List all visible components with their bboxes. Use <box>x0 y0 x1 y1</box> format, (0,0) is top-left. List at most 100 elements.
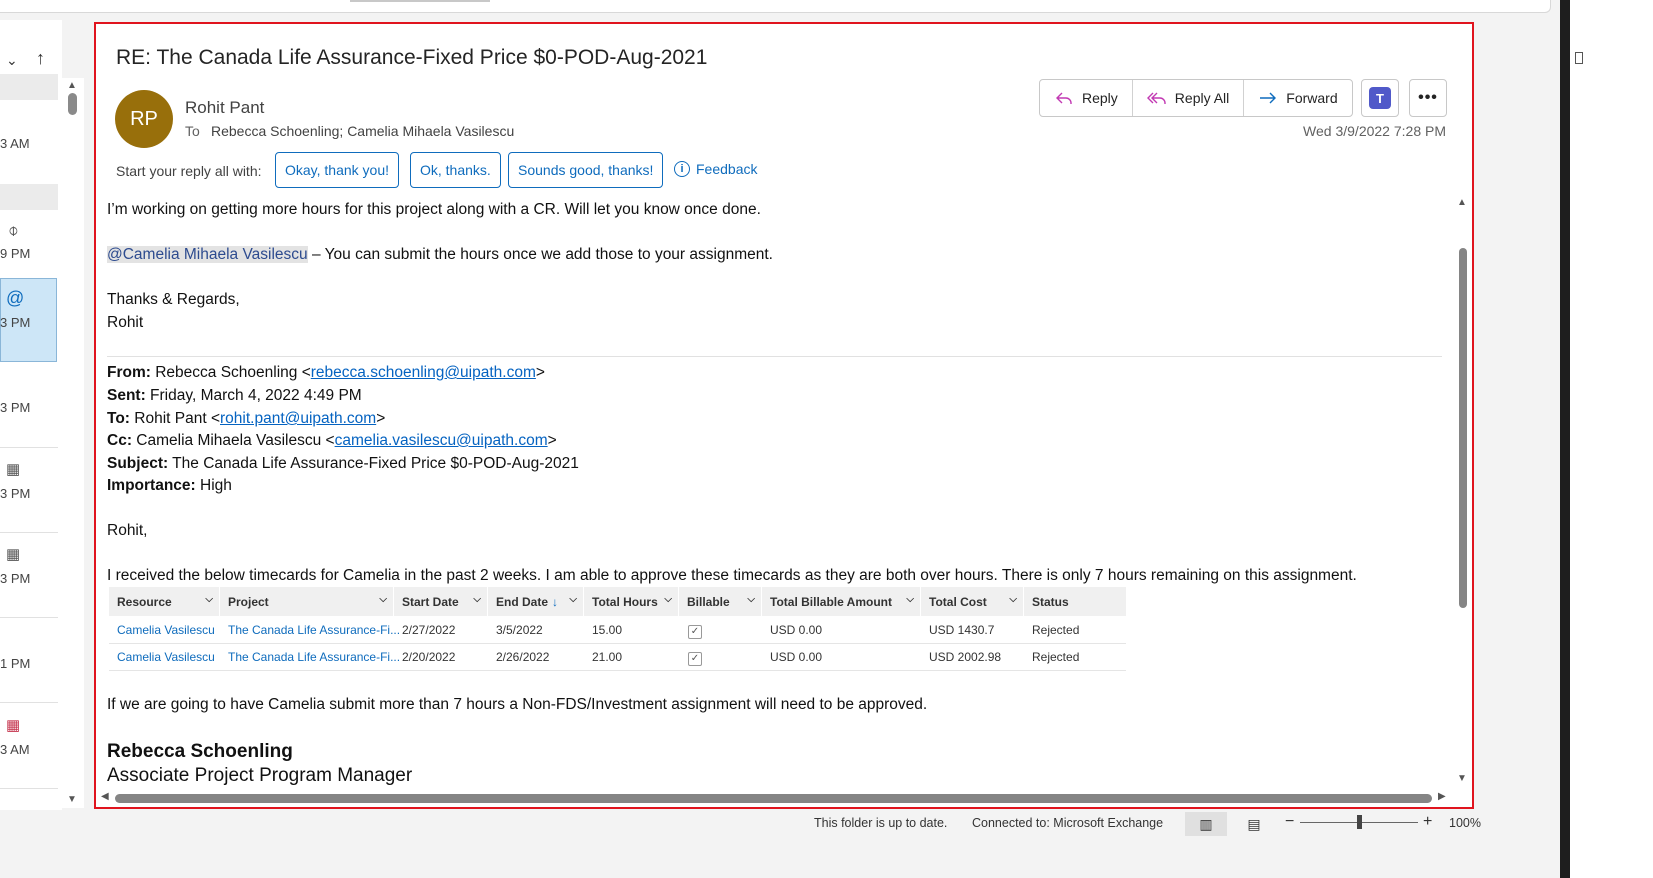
zoom-level[interactable]: 100% <box>1449 816 1481 830</box>
search-box-edge[interactable] <box>350 0 490 2</box>
header-label: Cc: <box>107 432 132 449</box>
message-list-scrollbar[interactable] <box>62 78 84 808</box>
table-cell-project[interactable]: The Canada Life Assurance-Fi... <box>220 650 400 664</box>
mention-chip[interactable]: @Camelia Mihaela Vasilescu <box>107 246 308 263</box>
email-link[interactable]: camelia.vasilescu@uipath.com <box>335 432 548 449</box>
signature-title: Associate Project Program Manager <box>107 765 413 786</box>
header-value: > <box>535 364 545 381</box>
zoom-out-button[interactable]: − <box>1285 813 1294 831</box>
folder-status: This folder is up to date. <box>814 816 948 830</box>
more-actions-button[interactable]: ••• <box>1409 79 1447 117</box>
scroll-right-icon[interactable]: ▶ <box>1438 791 1446 802</box>
window-edge <box>1560 0 1570 878</box>
header-label: To: <box>107 410 130 427</box>
quoted-sent: Sent: Friday, March 4, 2022 4:49 PM <box>107 387 362 405</box>
message-list-scroll-thumb[interactable] <box>68 93 77 115</box>
list-divider <box>0 788 58 789</box>
reading-pane-vscroll-thumb[interactable] <box>1459 248 1467 608</box>
column-header[interactable]: Total Billable Amount ⌵ <box>762 587 921 616</box>
table-cell-end: 3/5/2022 <box>496 623 543 637</box>
quoted-to: To: Rohit Pant <rohit.pant@uipath.com> <box>107 410 385 428</box>
quick-reply-option[interactable]: Ok, thanks. <box>410 152 501 188</box>
table-cell-status: Rejected <box>1032 650 1080 664</box>
forward-label: Forward <box>1286 90 1338 106</box>
chevron-down-icon[interactable]: ⌵ <box>906 594 914 605</box>
info-icon: i <box>674 161 690 177</box>
sort-direction-icon[interactable]: ↑ <box>36 48 45 69</box>
to-label: To <box>185 123 200 139</box>
quick-reply-option[interactable]: Sounds good, thanks! <box>508 152 664 188</box>
list-item-time: 1 PM <box>0 656 31 671</box>
reply-all-button[interactable]: Reply All <box>1133 80 1245 116</box>
sort-chevron-icon[interactable]: ⌄ <box>6 52 18 69</box>
quick-reply-label: Start your reply all with: <box>116 163 262 179</box>
reading-pane-hscroll-thumb[interactable] <box>115 794 1432 803</box>
column-header[interactable]: End Date ↓ ⌵ <box>488 587 584 616</box>
scroll-up-icon[interactable]: ▲ <box>1457 197 1467 208</box>
email-link[interactable]: rebecca.schoenling@uipath.com <box>311 364 536 381</box>
column-header[interactable]: Resource ⌵ <box>109 587 220 616</box>
chevron-down-icon[interactable]: ⌵ <box>569 594 577 605</box>
table-cell-project[interactable]: The Canada Life Assurance-Fi... <box>220 623 400 637</box>
scroll-down-icon[interactable]: ▼ <box>1457 773 1467 784</box>
search-area <box>0 0 1551 13</box>
normal-view-button[interactable]: ▥ <box>1185 812 1227 836</box>
table-cell-hours: 21.00 <box>592 650 623 664</box>
list-item-time: 3 PM <box>0 315 31 330</box>
reply-all-label: Reply All <box>1174 90 1230 106</box>
quick-reply-option[interactable]: Okay, thank you! <box>275 152 400 188</box>
table-cell-resource[interactable]: Camelia Vasilescu <box>109 650 215 664</box>
scroll-down-icon[interactable]: ▼ <box>67 794 77 805</box>
table-cell-billable: ✓ <box>680 650 702 666</box>
chevron-down-icon[interactable]: ⌵ <box>664 594 672 605</box>
table-cell-start: 2/20/2022 <box>402 650 456 664</box>
column-header[interactable]: Total Hours ⌵ <box>584 587 679 616</box>
reading-view-icon: ▤ <box>1247 815 1261 832</box>
action-toolbar: Reply Reply All Forward <box>1039 79 1353 117</box>
email-link[interactable]: rohit.pant@uipath.com <box>220 410 376 427</box>
scroll-up-icon[interactable]: ▲ <box>67 80 77 91</box>
column-header[interactable]: Status <box>1024 587 1126 616</box>
avatar[interactable]: RP <box>115 90 173 148</box>
background-window <box>1570 0 1653 878</box>
quoted-subject: Subject: The Canada Life Assurance-Fixed… <box>107 455 579 473</box>
header-value: Camelia Mihaela Vasilescu < <box>131 432 335 449</box>
chevron-down-icon[interactable]: ⌵ <box>379 594 387 605</box>
attachment-icon: ⌽ <box>8 220 19 240</box>
teams-button[interactable]: T <box>1361 79 1399 117</box>
forward-icon <box>1260 92 1277 104</box>
feedback-link[interactable]: i Feedback <box>674 161 757 177</box>
more-icon: ••• <box>1418 89 1438 106</box>
zoom-slider-thumb[interactable] <box>1357 815 1362 829</box>
reply-button[interactable]: Reply <box>1040 80 1133 116</box>
table-cell-billable: ✓ <box>680 623 702 639</box>
meeting-cancel-icon: ▦ <box>6 717 21 734</box>
chevron-down-icon[interactable]: ⌵ <box>473 594 481 605</box>
scroll-left-icon[interactable]: ◀ <box>101 791 109 802</box>
column-header[interactable]: Start Date ⌵ <box>394 587 488 616</box>
zoom-in-button[interactable]: + <box>1423 813 1432 831</box>
header-value: Rohit Pant < <box>129 410 220 427</box>
list-group-header <box>0 184 58 210</box>
sender-name[interactable]: Rohit Pant <box>185 98 264 118</box>
list-item-time: 3 PM <box>0 486 31 501</box>
table-cell-status: Rejected <box>1032 623 1080 637</box>
header-value: > <box>376 410 386 427</box>
column-header[interactable]: Project ⌵ <box>220 587 394 616</box>
table-cell-amount: USD 0.00 <box>770 623 823 637</box>
column-header[interactable]: Billable ⌵ <box>679 587 762 616</box>
column-header[interactable]: Total Cost ⌵ <box>921 587 1024 616</box>
quoted-importance: Importance: High <box>107 477 232 495</box>
forward-button[interactable]: Forward <box>1244 80 1351 116</box>
chevron-down-icon[interactable]: ⌵ <box>1009 594 1017 605</box>
recipients[interactable]: Rebecca Schoenling; Camelia Mihaela Vasi… <box>211 123 514 139</box>
body-paragraph: If we are going to have Camelia submit m… <box>107 696 928 713</box>
table-cell-resource[interactable]: Camelia Vasilescu <box>109 623 215 637</box>
list-group-header <box>0 74 58 100</box>
chevron-down-icon[interactable]: ⌵ <box>205 594 213 605</box>
reading-view-button[interactable]: ▤ <box>1240 812 1268 836</box>
header-label: Importance: <box>107 477 196 494</box>
header-label: Sent: <box>107 387 146 404</box>
chevron-down-icon[interactable]: ⌵ <box>747 594 755 605</box>
quoted-cc: Cc: Camelia Mihaela Vasilescu <camelia.v… <box>107 432 557 450</box>
